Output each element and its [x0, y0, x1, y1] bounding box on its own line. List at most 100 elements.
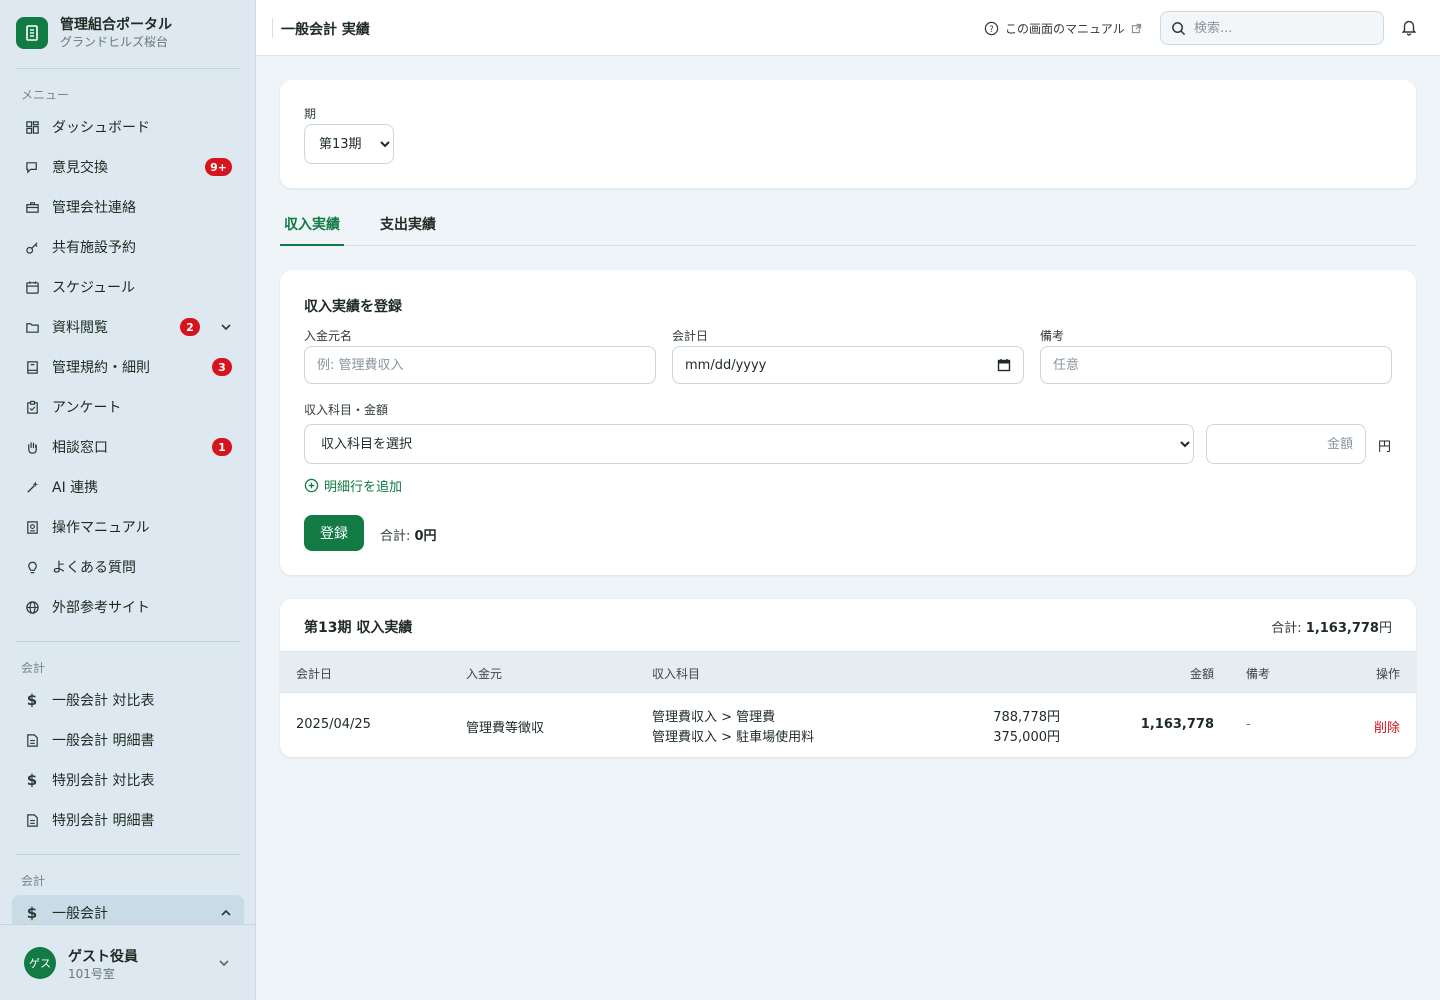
search-input[interactable] [1194, 20, 1364, 36]
header-divider [272, 18, 273, 38]
menu-section-label: メニュー [21, 88, 70, 102]
divider [16, 68, 240, 69]
manual-icon [24, 519, 40, 535]
external-link-icon [1131, 23, 1141, 34]
sidebar-item-accounting-0[interactable]: $ 一般会計 対比表 [12, 682, 244, 718]
hand-icon [24, 439, 40, 455]
tab-income[interactable]: 収入実績 [280, 214, 344, 246]
sidebar-item-accounting-1[interactable]: 一般会計 明細書 [12, 722, 244, 758]
payer-input[interactable] [304, 346, 656, 384]
plus-circle-icon [304, 478, 319, 493]
sidebar-item-label: 意見交換 [52, 160, 108, 176]
sidebar-item-accounting-3[interactable]: 特別会計 明細書 [12, 802, 244, 838]
sidebar-item-label: 共有施設予約 [52, 240, 136, 256]
notification-badge: 2 [180, 318, 200, 336]
sidebar-item-label: ダッシュボード [52, 120, 150, 136]
dashboard-icon [24, 119, 40, 135]
payer-label: 入金元名 [304, 329, 353, 343]
add-line-label: 明細行を追加 [324, 480, 403, 495]
sidebar-item-menu-1[interactable]: 意見交換 9+ [12, 149, 244, 185]
note-input[interactable] [1040, 346, 1392, 384]
chevron-up-icon[interactable] [220, 907, 232, 919]
table-total-suffix: 円 [1378, 621, 1392, 636]
tab-bar: 収入実績 支出実績 [280, 206, 1416, 246]
sidebar-item-label: スケジュール [52, 280, 136, 296]
income-table-card: 第13期 収入実績 合計: 1,163,778円 会計日 入金元 収入科目 金額… [280, 599, 1416, 757]
svg-text:?: ? [989, 24, 993, 34]
dollar-icon: $ [26, 771, 38, 789]
sidebar-item-label: 一般会計 明細書 [52, 733, 155, 749]
document-icon [24, 732, 40, 748]
folder-icon [24, 319, 40, 335]
col-payer: 入金元 [466, 667, 503, 681]
tab-expense[interactable]: 支出実績 [376, 214, 440, 246]
document-icon [24, 812, 40, 828]
sidebar-item-menu-10[interactable]: 操作マニュアル [12, 509, 244, 545]
sidebar-item-menu-2[interactable]: 管理会社連絡 [12, 189, 244, 225]
date-placeholder: mm/dd/yyyy [685, 357, 767, 373]
row-amount-1: 788,778円 [993, 710, 1060, 725]
manual-link[interactable]: ? この画面のマニュアル [984, 20, 1142, 37]
sidebar-item-menu-3[interactable]: 共有施設予約 [12, 229, 244, 265]
sidebar-item-menu-4[interactable]: スケジュール [12, 269, 244, 305]
sidebar-item-menu-11[interactable]: よくある質問 [12, 549, 244, 585]
notification-badge: 9+ [205, 158, 232, 176]
sidebar-item-menu-6[interactable]: 管理規約・細則 3 [12, 349, 244, 385]
delete-button[interactable]: 削除 [1374, 717, 1400, 736]
sidebar-item-menu-12[interactable]: 外部参考サイト [12, 589, 244, 625]
page-title: 一般会計 実績 [281, 22, 370, 38]
sidebar-item-menu-0[interactable]: ダッシュボード [12, 109, 244, 145]
col-action: 操作 [1375, 667, 1400, 681]
sidebar-item-accounting-2[interactable]: $ 特別会計 対比表 [12, 762, 244, 798]
table-total-label: 合計: [1271, 621, 1306, 636]
sidebar-item-label: 一般会計 対比表 [52, 693, 155, 709]
row-note: - [1246, 717, 1251, 732]
brand-title: 管理組合ポータル [60, 17, 172, 33]
period-card: 期 第13期 [280, 80, 1416, 188]
chevron-down-icon[interactable] [218, 957, 230, 969]
category-label: 収入科目・金額 [304, 403, 389, 417]
sidebar-item-menu-9[interactable]: AI 連携 [12, 469, 244, 505]
lightbulb-icon [24, 559, 40, 575]
sidebar-item-menu-5[interactable]: 資料閲覧 2 [12, 309, 244, 345]
user-room: 101号室 [68, 967, 115, 981]
sidebar-item-menu-7[interactable]: アンケート [12, 389, 244, 425]
user-menu[interactable]: ゲス ゲスト役員 101号室 [0, 924, 255, 1000]
col-category: 収入科目 [652, 667, 701, 681]
table-title: 第13期 収入実績 [304, 620, 413, 636]
table-row: 2025/04/25 管理費等徴収 管理費収入 > 管理費 管理費収入 > 駐車… [280, 694, 1416, 757]
col-date: 会計日 [296, 667, 333, 681]
sidebar-item-label: 特別会計 対比表 [52, 773, 155, 789]
category-select[interactable]: 収入科目を選択 [304, 424, 1194, 464]
amount-input[interactable] [1206, 424, 1366, 464]
avatar: ゲス [24, 947, 56, 979]
search-box[interactable] [1160, 11, 1384, 45]
brand[interactable]: 管理組合ポータル グランドヒルズ桜台 [16, 16, 172, 50]
add-line-button[interactable]: 明細行を追加 [304, 476, 402, 495]
date-input[interactable]: mm/dd/yyyy [672, 346, 1024, 384]
globe-icon [24, 599, 40, 615]
sidebar-item-label: アンケート [52, 400, 122, 416]
period-select[interactable]: 第13期 [304, 124, 394, 164]
form-title: 収入実績を登録 [304, 299, 402, 315]
register-button[interactable]: 登録 [304, 515, 364, 551]
notification-badge: 3 [212, 358, 232, 376]
chevron-down-icon[interactable] [220, 321, 232, 333]
row-category-1: 管理費収入 > 管理費 [652, 710, 776, 725]
calendar-icon[interactable] [997, 358, 1011, 372]
top-header: 一般会計 実績 ? この画面のマニュアル [256, 0, 1440, 56]
table-total: 合計: 1,163,778円 [1271, 617, 1392, 636]
dollar-icon: $ [26, 904, 38, 922]
help-circle-icon: ? [984, 21, 999, 36]
income-form-card: 収入実績を登録 入金元名 会計日 mm/dd/yyyy 備考 収入科目・金額 収… [280, 270, 1416, 575]
row-amount-total: 1,163,778 [1140, 717, 1214, 732]
clipboard-icon [24, 399, 40, 415]
divider [16, 854, 240, 855]
dollar-icon: $ [26, 691, 38, 709]
sidebar-item-label: AI 連携 [52, 480, 99, 496]
sidebar-item-menu-8[interactable]: 相談窓口 1 [12, 429, 244, 465]
bell-icon[interactable] [1400, 18, 1418, 36]
row-date: 2025/04/25 [296, 717, 371, 732]
chat-icon [24, 159, 40, 175]
table-header: 会計日 入金元 収入科目 金額 備考 操作 [280, 651, 1416, 693]
